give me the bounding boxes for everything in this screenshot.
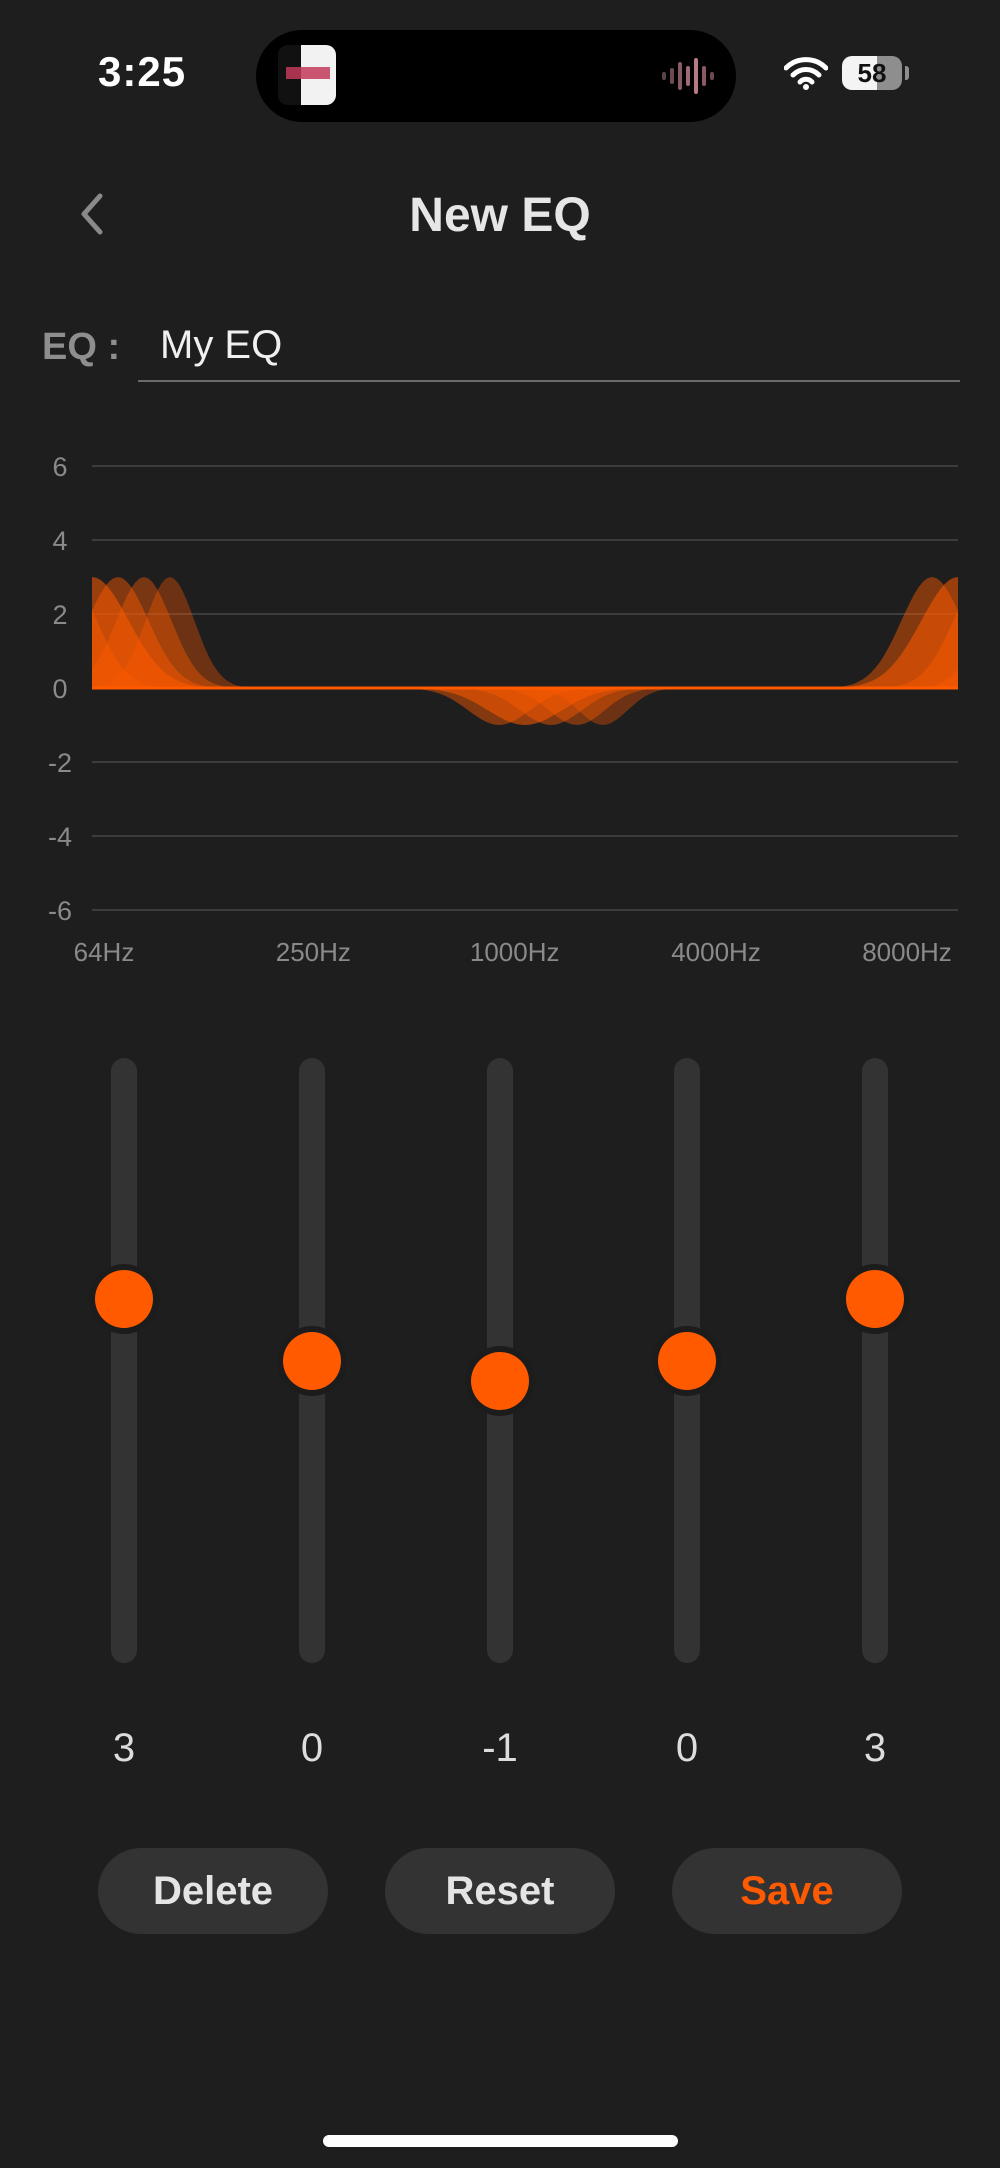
battery-level: 58: [857, 58, 887, 88]
x-tick-label: 64Hz: [74, 937, 135, 967]
battery-icon: 58: [842, 56, 902, 90]
band-value-4000hz: 0: [675, 1726, 699, 1770]
eq-name-input[interactable]: [138, 310, 960, 382]
slider-4000hz[interactable]: [649, 1058, 725, 1663]
y-tick-label: -4: [48, 822, 72, 852]
status-time: 3:25: [98, 48, 187, 95]
wifi-icon: [784, 57, 828, 90]
x-tick-label: 250Hz: [276, 937, 351, 967]
battery-cap: [905, 66, 909, 80]
page-title: New EQ: [409, 189, 591, 242]
slider-thumb[interactable]: [846, 1270, 904, 1329]
reset-button[interactable]: Reset: [385, 1848, 615, 1934]
eq-name-label: EQ :: [42, 326, 121, 368]
slider-1000hz[interactable]: [462, 1058, 538, 1663]
y-tick-label: 2: [52, 600, 67, 630]
slider-thumb[interactable]: [95, 1270, 153, 1329]
band-value-64hz: 3: [112, 1726, 136, 1770]
home-indicator[interactable]: [323, 2135, 678, 2147]
slider-thumb[interactable]: [471, 1351, 529, 1410]
dynamic-island[interactable]: [256, 30, 736, 122]
eq-response-chart: 6 4 2 0 -2 -4 -664Hz 250Hz 1000Hz 4000Hz 8000Hz: [48, 452, 958, 967]
slider-track[interactable]: [111, 1058, 137, 1663]
waveform-icon: [662, 58, 714, 94]
band-value-8000hz: 3: [863, 1726, 887, 1770]
delete-button[interactable]: Delete: [98, 1848, 328, 1934]
slider-8000hz[interactable]: [837, 1058, 913, 1663]
y-tick-label: 6: [52, 452, 67, 482]
save-button[interactable]: Save: [672, 1848, 902, 1934]
band-value-1000hz: -1: [482, 1726, 518, 1770]
x-tick-label: 8000Hz: [862, 937, 952, 967]
slider-track[interactable]: [862, 1058, 888, 1663]
album-art-icon: [278, 45, 336, 105]
slider-thumb[interactable]: [283, 1331, 341, 1390]
slider-250hz[interactable]: [274, 1058, 350, 1663]
album-art-mark: [286, 67, 330, 79]
eq-curve-layer-4: [92, 577, 958, 725]
y-tick-label: 0: [52, 674, 67, 704]
y-tick-label: -6: [48, 896, 72, 926]
slider-64hz[interactable]: [86, 1058, 162, 1663]
y-tick-label: -2: [48, 748, 72, 778]
band-value-250hz: 0: [300, 1726, 324, 1770]
slider-thumb[interactable]: [658, 1331, 716, 1390]
y-tick-label: 4: [52, 526, 67, 556]
x-tick-label: 4000Hz: [671, 937, 761, 967]
x-tick-label: 1000Hz: [470, 937, 560, 967]
